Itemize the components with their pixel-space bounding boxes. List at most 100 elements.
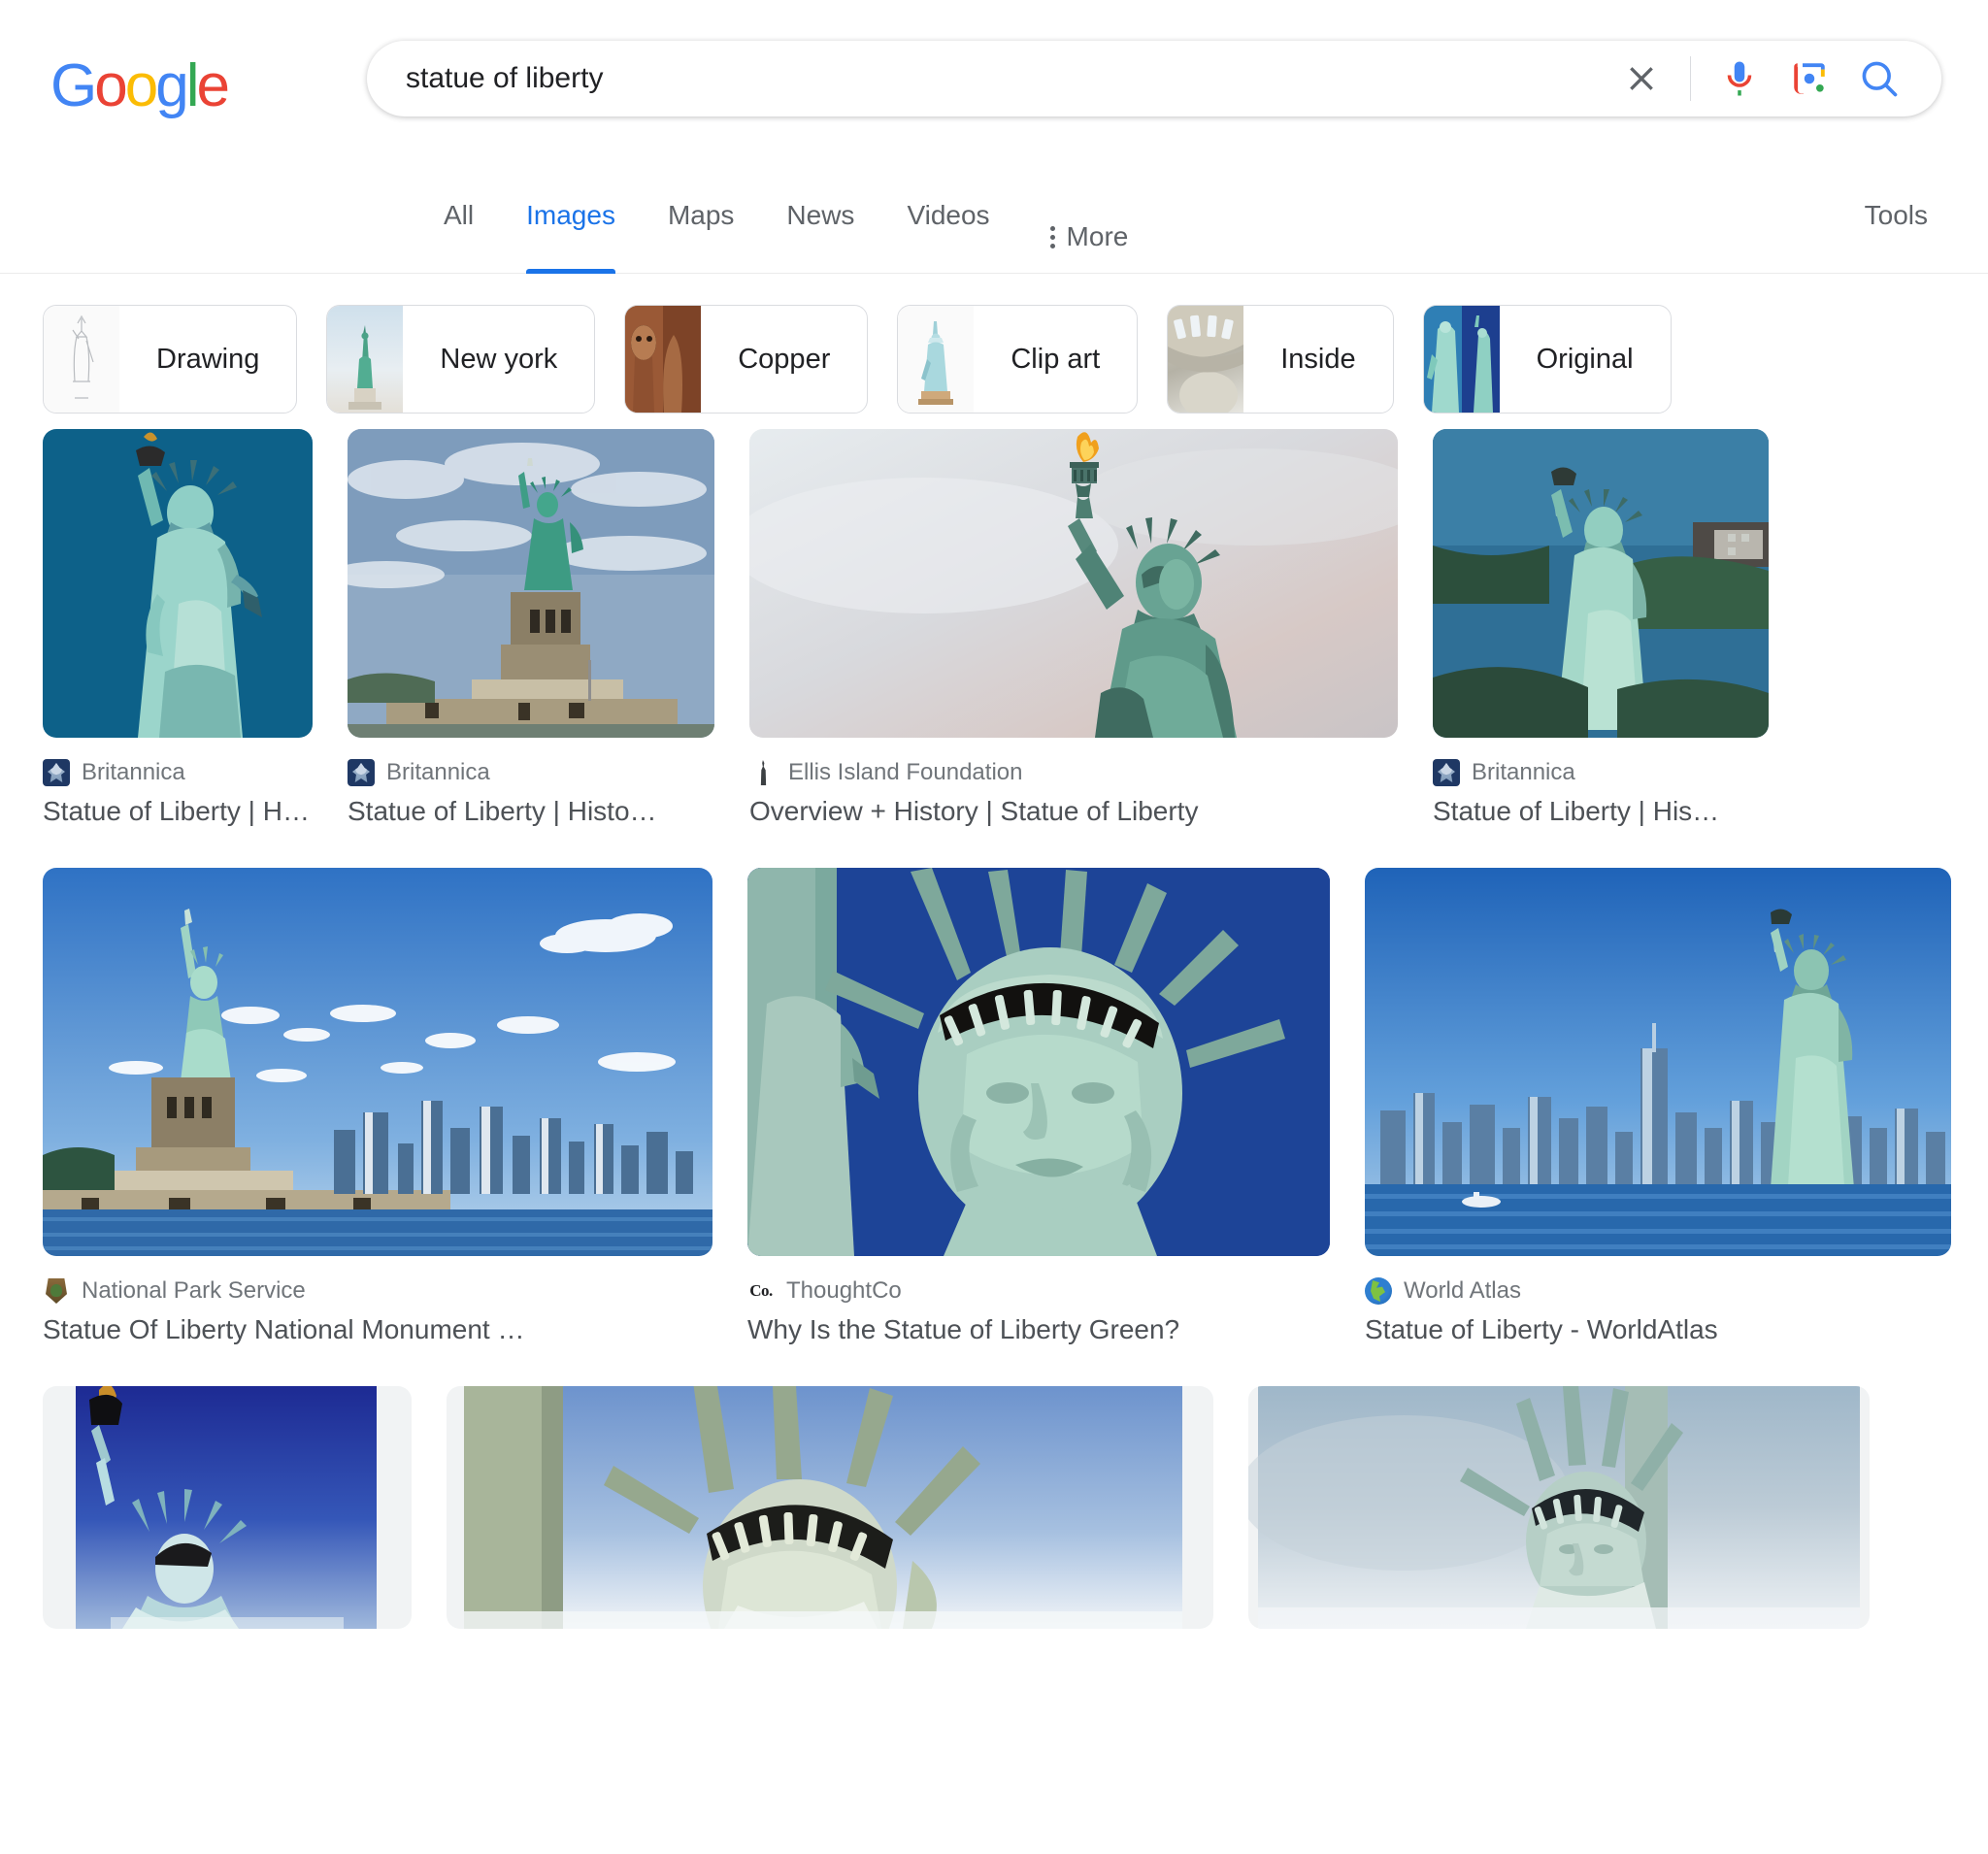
- result-card-10[interactable]: [1248, 1386, 1870, 1629]
- result-card-4[interactable]: Britannica Statue of Liberty | His…: [1433, 429, 1769, 827]
- logo-letter-o2: o: [124, 52, 159, 119]
- result-thumbnail-10[interactable]: [1248, 1386, 1870, 1629]
- statue-original-icon: [1423, 306, 1500, 413]
- result-card-7[interactable]: World Atlas Statue of Liberty - WorldAtl…: [1365, 868, 1951, 1345]
- search-divider: [1690, 56, 1691, 101]
- page-header: Google: [0, 0, 1988, 173]
- result-meta-7: World Atlas Statue of Liberty - WorldAtl…: [1365, 1277, 1951, 1345]
- result-title-7[interactable]: Statue of Liberty - WorldAtlas: [1365, 1314, 1951, 1345]
- result-title-6[interactable]: Why Is the Statue of Liberty Green?: [747, 1314, 1330, 1345]
- chip-drawing[interactable]: Drawing: [43, 305, 298, 414]
- result-card-8[interactable]: [43, 1386, 412, 1629]
- tab-more-label: More: [1066, 221, 1129, 251]
- clear-icon[interactable]: [1607, 44, 1676, 114]
- result-source-label-7: World Atlas: [1404, 1277, 1521, 1304]
- logo-letter-l: l: [185, 52, 200, 119]
- result-thumbnail-4[interactable]: [1433, 429, 1769, 738]
- chip-label-copper: Copper: [738, 343, 831, 375]
- filter-chips: Drawing New york Copper Clip art Inside …: [0, 274, 1988, 414]
- google-lens-icon[interactable]: [1774, 44, 1844, 114]
- chip-thumbnail-original: [1423, 306, 1500, 413]
- result-thumbnail-1[interactable]: [43, 429, 313, 738]
- results-row-3: [43, 1386, 1945, 1629]
- search-input[interactable]: [406, 62, 1607, 95]
- result-card-3[interactable]: Ellis Island Foundation Overview + Histo…: [749, 429, 1398, 827]
- tools-button[interactable]: Tools: [1865, 200, 1928, 231]
- result-source-6: Co. ThoughtCo: [747, 1277, 1330, 1305]
- result-title-3[interactable]: Overview + History | Statue of Liberty: [749, 796, 1398, 827]
- google-logo[interactable]: Google: [50, 52, 230, 119]
- result-thumbnail-8[interactable]: [43, 1386, 412, 1629]
- chip-copper[interactable]: Copper: [624, 305, 869, 414]
- result-thumbnail-9[interactable]: [447, 1386, 1213, 1629]
- result-thumbnail-5[interactable]: [43, 868, 712, 1256]
- chip-new-york[interactable]: New york: [326, 305, 596, 414]
- statue-deep-teal-image: [43, 429, 313, 738]
- result-thumbnail-7[interactable]: [1365, 868, 1951, 1256]
- statue-hazy-crown-image: [1248, 1386, 1860, 1629]
- tab-news[interactable]: News: [760, 173, 880, 274]
- logo-letter-e: e: [196, 52, 230, 119]
- statue-pale-sky-torch-image: [749, 429, 1398, 738]
- tab-images[interactable]: Images: [500, 173, 642, 274]
- result-meta-5: National Park Service Statue Of Liberty …: [43, 1277, 712, 1345]
- statue-newyork-icon: [348, 325, 382, 410]
- search-tabs: All Images Maps News Videos More: [417, 173, 1154, 274]
- result-card-9[interactable]: [447, 1386, 1213, 1629]
- statue-clipart-icon: [918, 321, 954, 405]
- result-meta-2: Britannica Statue of Liberty | Histo…: [348, 759, 714, 827]
- result-title-2[interactable]: Statue of Liberty | Histo…: [348, 796, 714, 827]
- results-row-2: National Park Service Statue Of Liberty …: [43, 868, 1951, 1345]
- results-row-1: Britannica Statue of Liberty | Hist… Bri…: [43, 429, 1945, 827]
- statue-sketch-icon: [72, 315, 94, 399]
- chip-label-clip-art: Clip art: [1011, 343, 1101, 375]
- chip-inside[interactable]: Inside: [1167, 305, 1394, 414]
- result-source-1: Britannica: [43, 759, 313, 786]
- result-title-5[interactable]: Statue Of Liberty National Monument …: [43, 1314, 712, 1345]
- result-meta-3: Ellis Island Foundation Overview + Histo…: [749, 759, 1398, 827]
- chip-thumbnail-inside: [1168, 306, 1244, 413]
- result-title-1[interactable]: Statue of Liberty | Hist…: [43, 796, 313, 827]
- result-source-label-3: Ellis Island Foundation: [788, 759, 1023, 785]
- result-source-label-4: Britannica: [1472, 759, 1575, 785]
- statue-copper-icon: [625, 306, 702, 413]
- result-thumbnail-2[interactable]: [348, 429, 714, 738]
- result-meta-6: Co. ThoughtCo Why Is the Statue of Liber…: [747, 1277, 1330, 1345]
- result-thumbnail-3[interactable]: [749, 429, 1398, 738]
- tab-videos[interactable]: Videos: [880, 173, 1015, 274]
- result-card-6[interactable]: Co. ThoughtCo Why Is the Statue of Liber…: [747, 868, 1330, 1345]
- logo-letter-o1: o: [94, 52, 128, 119]
- tab-more[interactable]: More: [1016, 173, 1155, 274]
- result-source-5: National Park Service: [43, 1277, 712, 1305]
- tab-maps[interactable]: Maps: [642, 173, 760, 274]
- ellis-island-favicon-icon: [749, 759, 777, 786]
- chip-clip-art[interactable]: Clip art: [897, 305, 1139, 414]
- result-card-1[interactable]: Britannica Statue of Liberty | Hist…: [43, 429, 313, 827]
- result-meta-1: Britannica Statue of Liberty | Hist…: [43, 759, 313, 827]
- result-title-4[interactable]: Statue of Liberty | His…: [1433, 796, 1769, 827]
- result-card-5[interactable]: National Park Service Statue Of Liberty …: [43, 868, 712, 1345]
- result-meta-4: Britannica Statue of Liberty | His…: [1433, 759, 1769, 827]
- statue-skyline-harbor-image: [43, 868, 712, 1256]
- result-source-label-2: Britannica: [386, 759, 490, 785]
- world-atlas-favicon-icon: [1365, 1277, 1392, 1305]
- search-submit-icon[interactable]: [1844, 44, 1914, 114]
- britannica-favicon-icon: [43, 759, 70, 786]
- result-card-2[interactable]: Britannica Statue of Liberty | Histo…: [348, 429, 714, 827]
- logo-letter-g1: G: [50, 52, 97, 119]
- results-navbar: All Images Maps News Videos More Tools: [0, 173, 1988, 274]
- chip-thumbnail-new-york: [327, 306, 404, 413]
- result-source-3: Ellis Island Foundation: [749, 759, 1398, 786]
- chip-original[interactable]: Original: [1422, 305, 1672, 414]
- chip-label-new-york: New york: [440, 343, 558, 375]
- microphone-icon[interactable]: [1705, 44, 1774, 114]
- result-thumbnail-6[interactable]: [747, 868, 1330, 1256]
- chip-thumbnail-clip-art: [898, 306, 975, 413]
- chip-label-inside: Inside: [1280, 343, 1356, 375]
- result-source-2: Britannica: [348, 759, 714, 786]
- chip-label-drawing: Drawing: [156, 343, 260, 375]
- national-park-service-favicon-icon: [43, 1277, 70, 1305]
- result-source-4: Britannica: [1433, 759, 1769, 786]
- result-source-label-6: ThoughtCo: [786, 1277, 902, 1304]
- tab-all[interactable]: All: [417, 173, 500, 274]
